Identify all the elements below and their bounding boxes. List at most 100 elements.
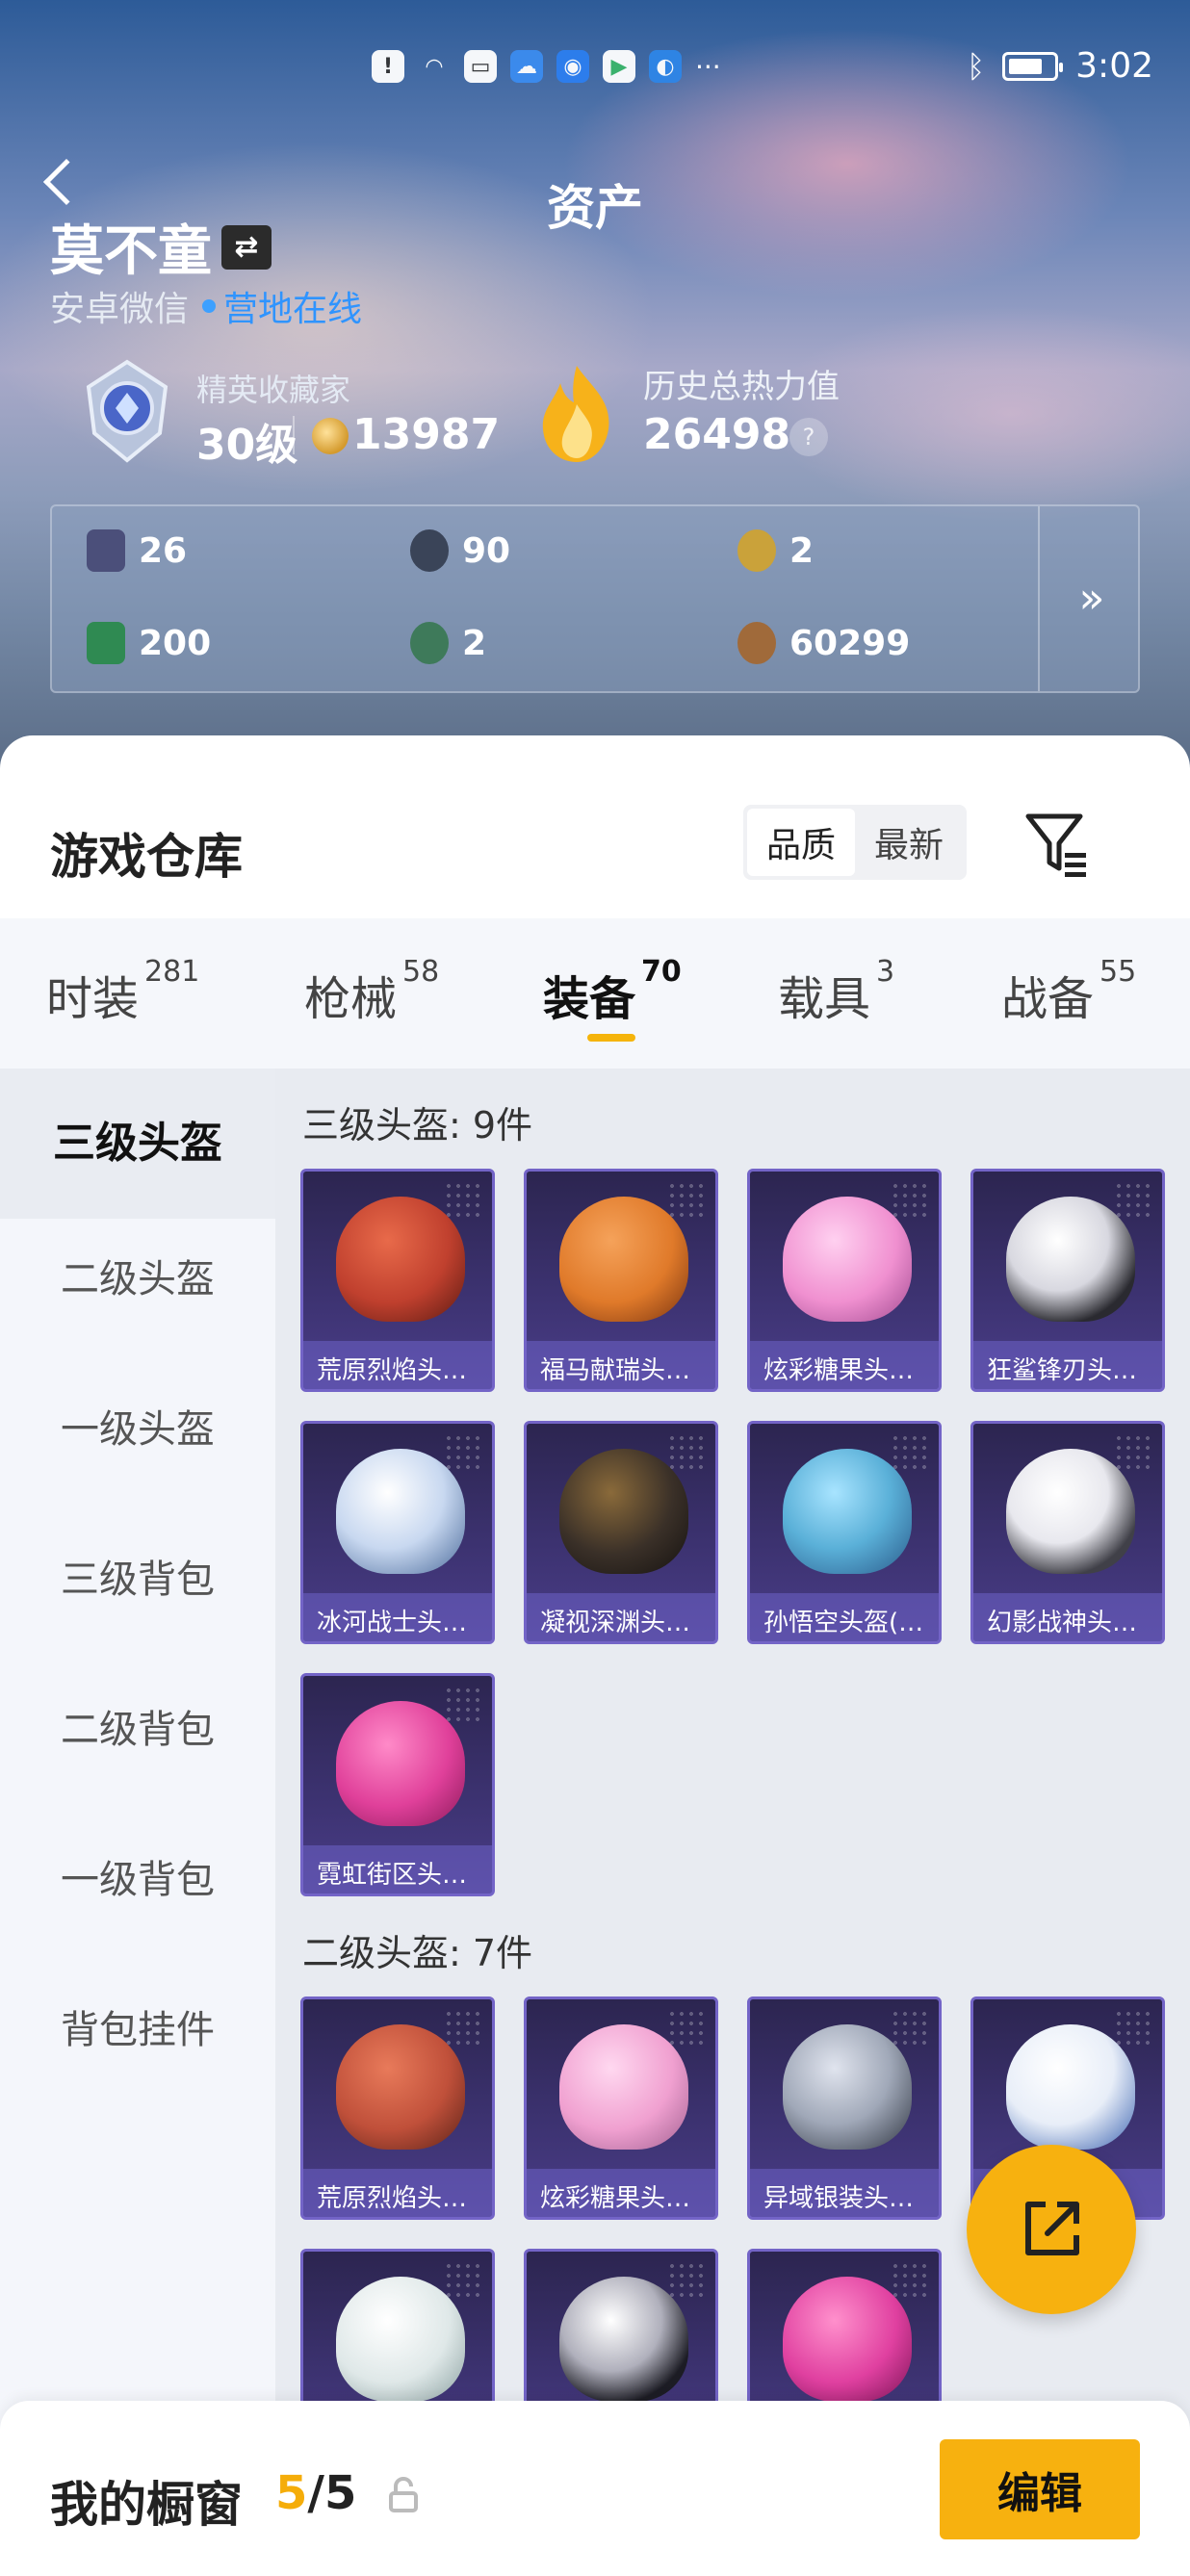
warehouse-title: 游戏仓库 (50, 829, 243, 885)
heat-title: 历史总热力值 (643, 368, 840, 406)
helmet-icon (336, 1449, 465, 1574)
asset-value: 26 (139, 530, 188, 571)
helmet-icon (336, 2277, 465, 2402)
card-pattern (444, 2009, 482, 2048)
asset-value: 2 (462, 623, 487, 663)
item-grid-area: 三级头盔: 9件 荒原烈焰头… 福马献瑞头… 炫彩糖果头… 狂鲨锋刃头… 冰河战… (275, 1069, 1190, 2576)
flame-icon (542, 366, 609, 462)
help-icon[interactable]: ? (789, 418, 828, 456)
sidebar-item-backpack-charm[interactable]: 背包挂件 (0, 1998, 275, 2054)
asset-value: 2 (789, 530, 815, 571)
tab-label: 战备 (1001, 972, 1095, 1026)
sidebar-item-lv3-backpack[interactable]: 三级背包 (0, 1548, 275, 1604)
asset-item: 2 (410, 622, 486, 664)
showcase-total: /5 (307, 2466, 357, 2520)
online-status: 营地在线 (223, 290, 363, 329)
tab-count: 281 (144, 955, 200, 989)
gold-badge-icon (737, 529, 776, 572)
item-name: 荒原烈焰头… (303, 1341, 492, 1389)
message-icon: ▭ (464, 50, 497, 83)
card-pattern (444, 1686, 482, 1724)
item-card[interactable]: 凝视深渊头… (524, 1421, 718, 1644)
card-pattern (667, 1433, 706, 1472)
switch-account-icon[interactable]: ⇄ (221, 224, 272, 270)
helmet-icon (559, 2277, 688, 2402)
tab-supplies[interactable]: 战备55 (1001, 955, 1136, 1028)
asset-value: 200 (139, 623, 212, 663)
item-card[interactable]: 孙悟空头盔(… (747, 1421, 942, 1644)
showcase-current: 5 (275, 2466, 308, 2520)
tab-weapons[interactable]: 枪械58 (304, 955, 439, 1028)
item-card[interactable]: 炫彩糖果头… (524, 1996, 718, 2220)
tab-vehicles[interactable]: 载具3 (778, 955, 894, 1028)
user-platform-line: 安卓微信 营地在线 (50, 281, 362, 331)
card-pattern (444, 2261, 482, 2300)
helmet-icon (783, 1197, 912, 1322)
card-pattern (1114, 1433, 1152, 1472)
rank-emblem-icon (86, 359, 168, 463)
asset-item: 2 (737, 529, 814, 572)
tab-fashion[interactable]: 时装281 (46, 955, 199, 1028)
external-link-icon (1025, 2202, 1079, 2255)
sidebar-item-lv1-helmet[interactable]: 一级头盔 (0, 1398, 275, 1454)
alert-icon: ! (372, 50, 404, 83)
item-card[interactable]: 异域银装头… (747, 1996, 942, 2220)
lock-icon (389, 2476, 418, 2512)
showcase-bar: 我的橱窗 5/5 编辑 (0, 2401, 1190, 2576)
helmet-icon (336, 1701, 465, 1826)
status-bar: ! ◠ ▭ ☁ ◉ ▶ ◐ ··· ᛒ 3:02 (0, 44, 1190, 90)
tab-label: 载具 (778, 972, 871, 1026)
heat-value: 26498 (643, 410, 791, 459)
helmet-icon (1006, 1449, 1135, 1574)
tab-count: 3 (876, 955, 895, 989)
helmet-icon (783, 2277, 912, 2402)
system-status: ᛒ 3:02 (967, 46, 1153, 86)
tab-label: 时装 (46, 972, 140, 1026)
tab-equipment[interactable]: 装备70 (543, 955, 682, 1028)
card-pattern (667, 2009, 706, 2048)
item-name: 霓虹街区头… (303, 1845, 492, 1893)
item-card[interactable]: 炫彩糖果头… (747, 1169, 942, 1392)
sort-quality-button[interactable]: 品质 (747, 809, 855, 876)
rank-level: 30级 (196, 421, 298, 470)
item-card[interactable]: 冰河战士头… (300, 1421, 495, 1644)
asset-summary-panel[interactable]: 26 90 2 200 2 60299 » (50, 504, 1140, 693)
item-card[interactable]: 福马献瑞头… (524, 1169, 718, 1392)
share-button[interactable] (967, 2145, 1136, 2314)
sort-newest-button[interactable]: 最新 (855, 809, 963, 876)
card-pattern (444, 1433, 482, 1472)
double-chevron-right-icon[interactable]: » (1053, 564, 1130, 631)
sidebar-item-lv2-helmet[interactable]: 二级头盔 (0, 1248, 275, 1303)
user-name: 莫不童 ⇄ (50, 208, 272, 286)
helmet-icon (559, 1197, 688, 1322)
tab-count: 58 (402, 955, 440, 989)
item-card[interactable]: 荒原烈焰头… (300, 1169, 495, 1392)
user-name-text: 莫不童 (50, 220, 212, 283)
item-card[interactable]: 霓虹街区头… (300, 1673, 495, 1896)
item-card[interactable]: 荒原烈焰头… (300, 1996, 495, 2220)
tab-count: 55 (1099, 955, 1137, 989)
asset-value: 60299 (789, 623, 911, 663)
item-card[interactable]: 狂鲨锋刃头… (970, 1169, 1165, 1392)
collector-coin-value: 13987 (352, 410, 501, 459)
edit-button[interactable]: 编辑 (940, 2439, 1140, 2539)
rank-divider (293, 416, 295, 454)
asset-item: 90 (410, 529, 510, 572)
sidebar-item-lv1-backpack[interactable]: 一级背包 (0, 1848, 275, 1904)
category-tabs: 时装281 枪械58 装备70 载具3 战备55 (0, 918, 1190, 1069)
item-card[interactable]: 幻影战神头… (970, 1421, 1165, 1644)
bluetooth-icon: ᛒ (966, 47, 986, 85)
platform-text: 安卓微信 (50, 290, 190, 329)
sidebar-item-lv2-backpack[interactable]: 二级背包 (0, 1698, 275, 1754)
cloud-icon: ☁ (510, 50, 543, 83)
sidebar-item-lv3-helmet[interactable]: 三级头盔 (0, 1069, 275, 1219)
filter-icon[interactable] (1022, 811, 1092, 878)
item-name: 幻影战神头… (973, 1593, 1162, 1641)
helmet-icon (1006, 2024, 1135, 2150)
helmet-icon (783, 1449, 912, 1574)
item-name: 狂鲨锋刃头… (973, 1341, 1162, 1389)
asset-divider (1038, 506, 1040, 691)
item-name: 冰河战士头… (303, 1593, 492, 1641)
showcase-count: 5/5 (275, 2466, 356, 2520)
item-name: 荒原烈焰头… (303, 2169, 492, 2217)
